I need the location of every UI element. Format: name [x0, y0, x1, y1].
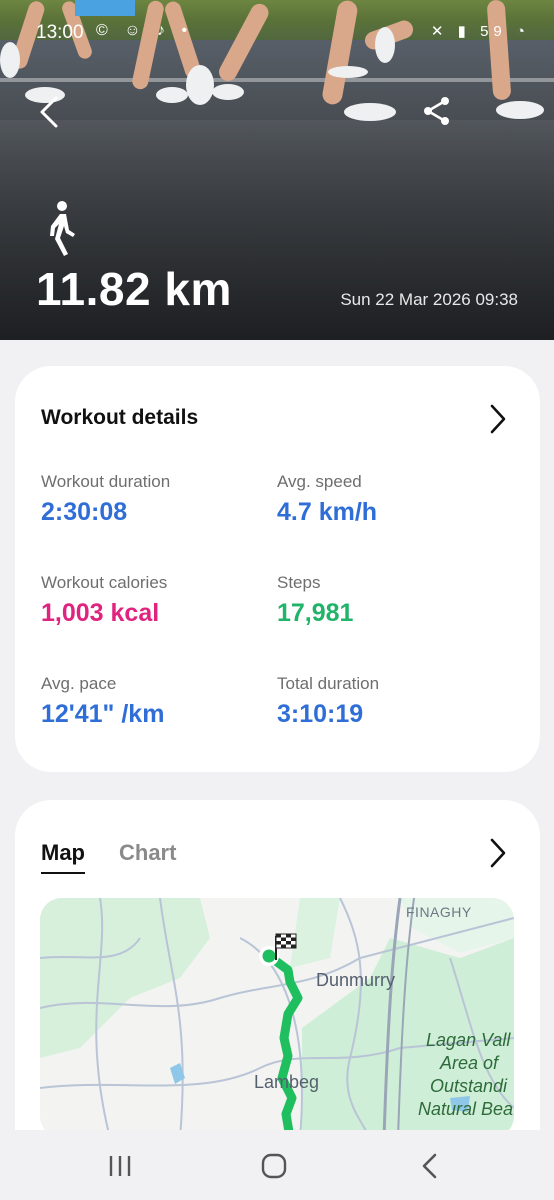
metric-avg-speed: Avg. speed 4.7 km/h — [277, 472, 497, 527]
metric-value: 4.7 km/h — [277, 498, 378, 526]
metric-workout-calories: Workout calories 1,003 kcal — [41, 573, 261, 628]
map-place-label: Area of — [440, 1053, 499, 1073]
distance-value: 11.82 km — [36, 263, 232, 315]
metric-steps: Steps 17,981 — [277, 573, 497, 628]
map-place-label: Lambeg — [254, 1072, 320, 1092]
walking-person-icon — [50, 201, 75, 256]
back-arrow-icon[interactable] — [30, 92, 70, 132]
status-time: 13:00 — [36, 22, 84, 43]
back-icon[interactable] — [410, 1150, 450, 1182]
metric-label: Workout duration — [41, 472, 171, 491]
share-icon[interactable] — [420, 94, 454, 128]
map-place-label: Natural Bea — [418, 1099, 514, 1119]
notification-icons: © ☺ ♪ • — [96, 22, 194, 39]
metric-value: 1,003 kcal — [41, 599, 160, 627]
workout-hero: 13:00 © ☺ ♪ • ✕ ▮ 59 ◔ 11.82 km Sun 22 M… — [0, 0, 554, 340]
workout-details-card[interactable]: Workout details Workout duration 2:30:08… — [15, 366, 540, 772]
chevron-right-icon[interactable] — [486, 402, 510, 436]
system-status-icons: ✕ ▮ 59 ◔ — [430, 23, 530, 40]
metric-label: Total duration — [277, 674, 380, 693]
metric-label: Workout calories — [41, 573, 168, 592]
metric-label: Avg. pace — [41, 674, 117, 693]
metric-value: 17,981 — [277, 599, 354, 627]
metric-workout-duration: Workout duration 2:30:08 — [41, 472, 261, 527]
map-place-label: Outstandi — [430, 1076, 508, 1096]
home-icon[interactable] — [254, 1150, 294, 1182]
recent-apps-icon[interactable] — [100, 1150, 140, 1182]
metric-total-duration: Total duration 3:10:19 — [277, 674, 497, 729]
tab-chart[interactable]: Chart — [119, 840, 176, 866]
chevron-right-icon[interactable] — [486, 836, 510, 870]
metric-avg-pace: Avg. pace 12'41" /km — [41, 674, 261, 729]
map-place-label: FINAGHY — [406, 904, 472, 920]
metric-value: 2:30:08 — [41, 498, 128, 526]
route-map[interactable]: FINAGHY Dunmurry Lambeg Lagan Vall Area … — [40, 898, 514, 1138]
tab-map[interactable]: Map — [41, 840, 85, 874]
system-navigation-bar — [0, 1130, 554, 1200]
map-place-label: Dunmurry — [316, 970, 396, 990]
metric-label: Avg. speed — [277, 472, 362, 491]
metric-value: 3:10:19 — [277, 700, 364, 728]
map-place-label: Lagan Vall — [426, 1030, 511, 1050]
status-bar: 13:00 © ☺ ♪ • ✕ ▮ 59 ◔ — [0, 14, 554, 50]
workout-datetime: Sun 22 Mar 2026 09:38 — [340, 290, 518, 309]
workout-details-title: Workout details — [41, 406, 199, 429]
metric-label: Steps — [277, 573, 321, 592]
metric-value: 12'41" /km — [41, 700, 165, 728]
